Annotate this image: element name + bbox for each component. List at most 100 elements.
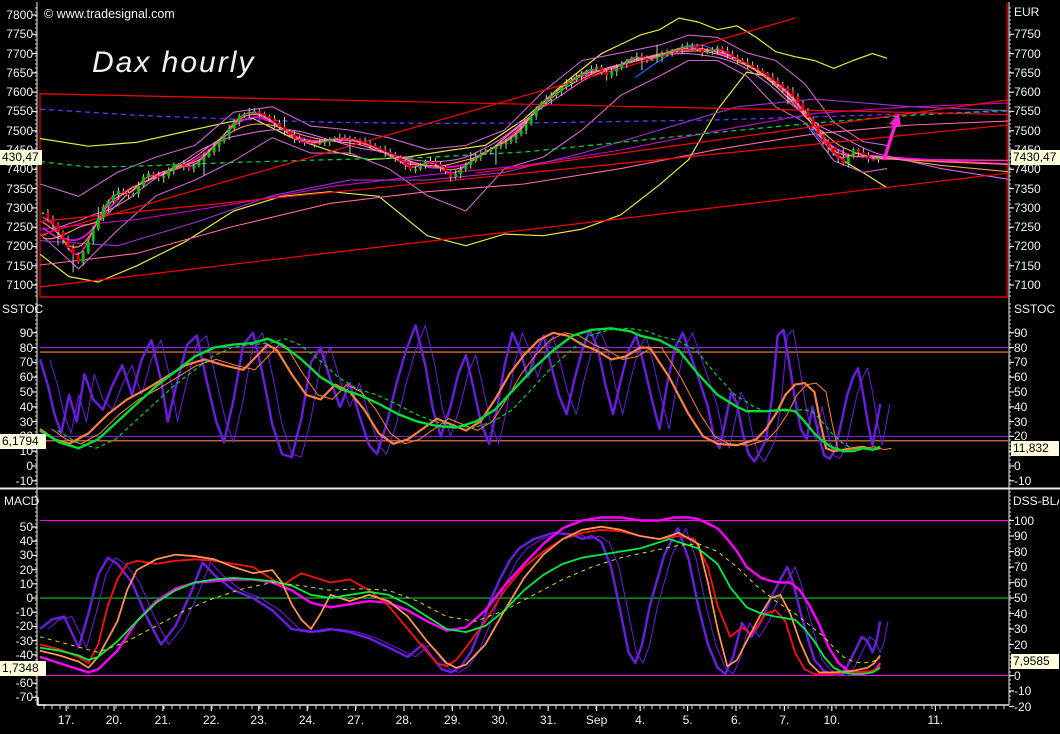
date-label: 20. xyxy=(105,713,123,727)
y-tick-label: 7600 xyxy=(1014,85,1041,100)
date-label: 30. xyxy=(491,713,509,727)
price-tag-left: 430,47 xyxy=(0,150,42,165)
date-label: 29. xyxy=(444,713,461,727)
y-tick-label: 7550 xyxy=(6,104,33,119)
date-label: 11. xyxy=(927,713,944,727)
y-tick-label: 90 xyxy=(1014,325,1028,340)
y-tick-label: 80 xyxy=(1014,544,1028,559)
y-tick-label: 40 xyxy=(19,399,33,414)
y-tick-label: 60 xyxy=(1014,575,1028,590)
y-tick-label: 7100 xyxy=(6,278,33,293)
y-tick-label: 70 xyxy=(1014,560,1028,575)
sstoc-right-title: SSTOC xyxy=(1014,302,1056,316)
y-tick-label: 50 xyxy=(19,384,33,399)
y-tick-label: 7300 xyxy=(6,200,33,215)
y-tick-label: 50 xyxy=(1014,384,1028,399)
sstoc-left-title: SSTOC xyxy=(2,302,44,316)
y-tick-label: -10 xyxy=(1014,684,1032,698)
chart-title: Dax hourly xyxy=(92,46,256,79)
date-label: 5. xyxy=(682,713,693,727)
y-tick-label: 7800 xyxy=(6,8,33,23)
y-tick-label: 7350 xyxy=(6,181,33,196)
y-tick-label: 7250 xyxy=(6,220,33,235)
sstoc-tag-left: 6,1794 xyxy=(0,434,46,449)
y-tick-label: 7750 xyxy=(6,27,33,42)
y-tick-label: 7700 xyxy=(6,46,33,61)
date-label: 10. xyxy=(823,713,841,727)
y-tick-label: 100 xyxy=(1014,513,1035,528)
date-label: 22. xyxy=(202,713,220,727)
y-tick-label: 20 xyxy=(1014,637,1028,652)
y-tick-label: 7250 xyxy=(1014,220,1041,235)
y-tick-label: 7550 xyxy=(1014,104,1041,119)
date-label: Sep xyxy=(585,713,608,727)
date-label: 28. xyxy=(395,713,413,727)
trading-chart-window: 7800775077007650760075507500745074007350… xyxy=(0,0,1060,734)
y-tick-label: 30 xyxy=(19,548,33,563)
date-label: 23. xyxy=(250,713,268,727)
y-tick-label: 7650 xyxy=(6,65,33,80)
date-label: 31. xyxy=(539,713,557,727)
y-tick-label: 70 xyxy=(1014,355,1028,370)
y-tick-label: 7200 xyxy=(1014,239,1041,254)
y-tick-label: 30 xyxy=(1014,622,1028,636)
price-tag-right: 7430,47 xyxy=(1011,150,1060,165)
sstoc-tag-right: 11,832 xyxy=(1011,441,1059,456)
y-tick-label: -30 xyxy=(15,633,33,648)
date-label: 7. xyxy=(779,713,790,727)
y-tick-label: 0 xyxy=(26,458,33,473)
date-label: 24. xyxy=(298,713,316,727)
y-tick-label: 40 xyxy=(19,534,33,549)
y-tick-label: -40 xyxy=(15,647,33,662)
y-tick-label: 7500 xyxy=(6,123,33,138)
chart-canvas xyxy=(0,2,1060,711)
y-tick-label: 0 xyxy=(1014,668,1021,683)
date-label: 17. xyxy=(57,713,75,727)
y-tick-label: 7150 xyxy=(6,258,33,273)
date-label: 6. xyxy=(730,713,741,727)
y-tick-label: -10 xyxy=(15,605,33,620)
macd-tag-right: 7,9585 xyxy=(1011,654,1059,669)
y-tick-label: 10 xyxy=(19,576,33,591)
y-tick-label: 90 xyxy=(1014,529,1028,544)
y-tick-label: 7700 xyxy=(1014,46,1041,61)
date-label: 21. xyxy=(154,713,172,727)
y-tick-label: 0 xyxy=(26,591,33,605)
y-tick-label: 70 xyxy=(19,355,33,370)
date-label: 4. xyxy=(635,713,646,727)
y-tick-label: 0 xyxy=(1014,458,1021,473)
y-tick-label: 7200 xyxy=(6,239,33,254)
y-tick-label: 90 xyxy=(19,325,33,340)
y-tick-label: -10 xyxy=(15,473,33,488)
macd-left-title: MACD xyxy=(4,494,40,508)
y-tick-label: 80 xyxy=(19,340,33,355)
date-label: 27. xyxy=(347,713,364,727)
y-tick-label: 30 xyxy=(19,414,33,429)
macd-tag-left: 1,7348 xyxy=(0,661,46,676)
y-tick-label: 7150 xyxy=(1014,258,1041,273)
y-tick-label: 30 xyxy=(1014,414,1028,429)
y-tick-label: -70 xyxy=(15,690,33,705)
y-tick-label: -10 xyxy=(1014,473,1032,488)
y-tick-label: 7500 xyxy=(1014,123,1041,138)
y-tick-label: -20 xyxy=(15,619,33,634)
y-tick-label: 50 xyxy=(1014,591,1028,605)
y-tick-label: 50 xyxy=(19,520,33,534)
y-tick-label: 40 xyxy=(1014,399,1028,414)
y-tick-label: 40 xyxy=(1014,606,1028,621)
y-tick-label: 7350 xyxy=(1014,181,1041,196)
y-tick-label: 7650 xyxy=(1014,65,1041,80)
currency-axis-label: EUR xyxy=(1014,5,1040,19)
y-tick-label: 7100 xyxy=(1014,278,1041,293)
y-tick-label: -60 xyxy=(15,676,33,691)
y-tick-label: 60 xyxy=(19,370,33,385)
y-tick-label: 7750 xyxy=(1014,27,1041,42)
y-tick-label: 20 xyxy=(19,562,33,577)
y-tick-label: 60 xyxy=(1014,370,1028,385)
y-tick-label: 7600 xyxy=(6,85,33,100)
y-tick-label: 80 xyxy=(1014,340,1028,355)
dss-right-title: DSS-BLAU xyxy=(1013,494,1059,508)
copyright-label: © www.tradesignal.com xyxy=(44,7,175,21)
y-tick-label: 7300 xyxy=(1014,200,1041,215)
y-tick-label: -20 xyxy=(1014,699,1032,714)
